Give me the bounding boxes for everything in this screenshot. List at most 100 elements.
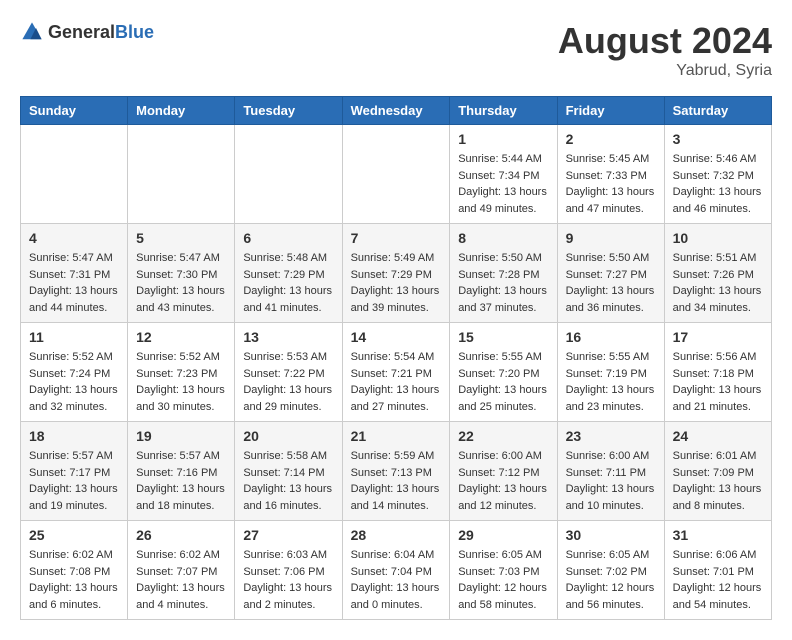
day-number: 20 bbox=[243, 428, 333, 444]
title-block: August 2024 Yabrud, Syria bbox=[558, 20, 772, 80]
calendar-week-3: 11 Sunrise: 5:52 AM Sunset: 7:24 PM Dayli… bbox=[21, 323, 772, 422]
day-info: Sunrise: 5:45 AM Sunset: 7:33 PM Dayligh… bbox=[566, 151, 656, 217]
calendar-cell: 22 Sunrise: 6:00 AM Sunset: 7:12 PM Dayli… bbox=[450, 422, 557, 521]
calendar-cell: 1 Sunrise: 5:44 AM Sunset: 7:34 PM Daylig… bbox=[450, 125, 557, 224]
day-info: Sunrise: 5:55 AM Sunset: 7:19 PM Dayligh… bbox=[566, 349, 656, 415]
logo-text-blue: Blue bbox=[115, 22, 154, 42]
day-info: Sunrise: 6:02 AM Sunset: 7:07 PM Dayligh… bbox=[136, 547, 226, 613]
day-info: Sunrise: 5:58 AM Sunset: 7:14 PM Dayligh… bbox=[243, 448, 333, 514]
day-number: 4 bbox=[29, 230, 119, 246]
calendar-cell: 11 Sunrise: 5:52 AM Sunset: 7:24 PM Dayli… bbox=[21, 323, 128, 422]
calendar-week-5: 25Sunrise: 6:02 AM Sunset: 7:08 PM Dayli… bbox=[21, 521, 772, 620]
day-info: Sunrise: 5:47 AM Sunset: 7:31 PM Dayligh… bbox=[29, 250, 119, 316]
day-info: Sunrise: 6:04 AM Sunset: 7:04 PM Dayligh… bbox=[351, 547, 442, 613]
day-info: Sunrise: 5:48 AM Sunset: 7:29 PM Dayligh… bbox=[243, 250, 333, 316]
calendar-cell: 18 Sunrise: 5:57 AM Sunset: 7:17 PM Dayli… bbox=[21, 422, 128, 521]
calendar-cell: 2Sunrise: 5:45 AM Sunset: 7:33 PM Daylig… bbox=[557, 125, 664, 224]
calendar-table: SundayMondayTuesdayWednesdayThursdayFrid… bbox=[20, 96, 772, 620]
weekday-wednesday: Wednesday bbox=[342, 97, 450, 125]
day-info: Sunrise: 5:51 AM Sunset: 7:26 PM Dayligh… bbox=[673, 250, 763, 316]
day-info: Sunrise: 6:02 AM Sunset: 7:08 PM Dayligh… bbox=[29, 547, 119, 613]
day-info: Sunrise: 6:00 AM Sunset: 7:11 PM Dayligh… bbox=[566, 448, 656, 514]
calendar-cell bbox=[21, 125, 128, 224]
day-info: Sunrise: 5:50 AM Sunset: 7:27 PM Dayligh… bbox=[566, 250, 656, 316]
day-number: 13 bbox=[243, 329, 333, 345]
day-number: 17 bbox=[673, 329, 763, 345]
day-number: 29 bbox=[458, 527, 548, 543]
day-number: 19 bbox=[136, 428, 226, 444]
day-info: Sunrise: 5:52 AM Sunset: 7:24 PM Dayligh… bbox=[29, 349, 119, 415]
weekday-monday: Monday bbox=[128, 97, 235, 125]
weekday-sunday: Sunday bbox=[21, 97, 128, 125]
day-number: 8 bbox=[458, 230, 548, 246]
calendar-cell: 10 Sunrise: 5:51 AM Sunset: 7:26 PM Dayli… bbox=[664, 224, 771, 323]
calendar-cell: 17 Sunrise: 5:56 AM Sunset: 7:18 PM Dayli… bbox=[664, 323, 771, 422]
day-number: 23 bbox=[566, 428, 656, 444]
day-number: 26 bbox=[136, 527, 226, 543]
calendar-cell: 16 Sunrise: 5:55 AM Sunset: 7:19 PM Dayli… bbox=[557, 323, 664, 422]
calendar-body: 1 Sunrise: 5:44 AM Sunset: 7:34 PM Daylig… bbox=[21, 125, 772, 620]
day-number: 12 bbox=[136, 329, 226, 345]
calendar-week-4: 18 Sunrise: 5:57 AM Sunset: 7:17 PM Dayli… bbox=[21, 422, 772, 521]
calendar-cell: 15Sunrise: 5:55 AM Sunset: 7:20 PM Dayli… bbox=[450, 323, 557, 422]
day-info: Sunrise: 5:49 AM Sunset: 7:29 PM Dayligh… bbox=[351, 250, 442, 316]
page-header: GeneralBlue August 2024 Yabrud, Syria bbox=[20, 20, 772, 80]
calendar-cell: 20 Sunrise: 5:58 AM Sunset: 7:14 PM Dayli… bbox=[235, 422, 342, 521]
day-number: 21 bbox=[351, 428, 442, 444]
day-info: Sunrise: 5:54 AM Sunset: 7:21 PM Dayligh… bbox=[351, 349, 442, 415]
day-number: 10 bbox=[673, 230, 763, 246]
weekday-thursday: Thursday bbox=[450, 97, 557, 125]
calendar-week-1: 1 Sunrise: 5:44 AM Sunset: 7:34 PM Daylig… bbox=[21, 125, 772, 224]
day-number: 27 bbox=[243, 527, 333, 543]
calendar-cell bbox=[128, 125, 235, 224]
day-info: Sunrise: 5:59 AM Sunset: 7:13 PM Dayligh… bbox=[351, 448, 442, 514]
weekday-saturday: Saturday bbox=[664, 97, 771, 125]
calendar-cell: 9 Sunrise: 5:50 AM Sunset: 7:27 PM Daylig… bbox=[557, 224, 664, 323]
calendar-cell: 28 Sunrise: 6:04 AM Sunset: 7:04 PM Dayli… bbox=[342, 521, 450, 620]
calendar-cell: 24Sunrise: 6:01 AM Sunset: 7:09 PM Dayli… bbox=[664, 422, 771, 521]
day-number: 22 bbox=[458, 428, 548, 444]
day-number: 9 bbox=[566, 230, 656, 246]
calendar-cell: 6Sunrise: 5:48 AM Sunset: 7:29 PM Daylig… bbox=[235, 224, 342, 323]
calendar-cell: 19Sunrise: 5:57 AM Sunset: 7:16 PM Dayli… bbox=[128, 422, 235, 521]
day-number: 31 bbox=[673, 527, 763, 543]
day-number: 30 bbox=[566, 527, 656, 543]
weekday-friday: Friday bbox=[557, 97, 664, 125]
calendar-cell bbox=[235, 125, 342, 224]
day-info: Sunrise: 5:56 AM Sunset: 7:18 PM Dayligh… bbox=[673, 349, 763, 415]
day-info: Sunrise: 6:00 AM Sunset: 7:12 PM Dayligh… bbox=[458, 448, 548, 514]
day-number: 15 bbox=[458, 329, 548, 345]
calendar-cell: 26 Sunrise: 6:02 AM Sunset: 7:07 PM Dayli… bbox=[128, 521, 235, 620]
logo-text-general: General bbox=[48, 22, 115, 42]
day-info: Sunrise: 5:44 AM Sunset: 7:34 PM Dayligh… bbox=[458, 151, 548, 217]
day-number: 18 bbox=[29, 428, 119, 444]
day-number: 1 bbox=[458, 131, 548, 147]
day-number: 24 bbox=[673, 428, 763, 444]
day-number: 16 bbox=[566, 329, 656, 345]
weekday-tuesday: Tuesday bbox=[235, 97, 342, 125]
day-info: Sunrise: 5:50 AM Sunset: 7:28 PM Dayligh… bbox=[458, 250, 548, 316]
day-number: 28 bbox=[351, 527, 442, 543]
calendar-cell: 25Sunrise: 6:02 AM Sunset: 7:08 PM Dayli… bbox=[21, 521, 128, 620]
calendar-cell bbox=[342, 125, 450, 224]
day-info: Sunrise: 6:03 AM Sunset: 7:06 PM Dayligh… bbox=[243, 547, 333, 613]
calendar-cell: 13Sunrise: 5:53 AM Sunset: 7:22 PM Dayli… bbox=[235, 323, 342, 422]
weekday-header-row: SundayMondayTuesdayWednesdayThursdayFrid… bbox=[21, 97, 772, 125]
day-info: Sunrise: 5:57 AM Sunset: 7:17 PM Dayligh… bbox=[29, 448, 119, 514]
calendar-cell: 31 Sunrise: 6:06 AM Sunset: 7:01 PM Dayli… bbox=[664, 521, 771, 620]
day-number: 11 bbox=[29, 329, 119, 345]
day-info: Sunrise: 6:06 AM Sunset: 7:01 PM Dayligh… bbox=[673, 547, 763, 613]
day-number: 7 bbox=[351, 230, 442, 246]
calendar-cell: 30Sunrise: 6:05 AM Sunset: 7:02 PM Dayli… bbox=[557, 521, 664, 620]
day-number: 14 bbox=[351, 329, 442, 345]
calendar-cell: 21 Sunrise: 5:59 AM Sunset: 7:13 PM Dayli… bbox=[342, 422, 450, 521]
calendar-cell: 7 Sunrise: 5:49 AM Sunset: 7:29 PM Daylig… bbox=[342, 224, 450, 323]
day-number: 5 bbox=[136, 230, 226, 246]
logo: GeneralBlue bbox=[20, 20, 154, 44]
calendar-cell: 27 Sunrise: 6:03 AM Sunset: 7:06 PM Dayli… bbox=[235, 521, 342, 620]
day-info: Sunrise: 5:46 AM Sunset: 7:32 PM Dayligh… bbox=[673, 151, 763, 217]
day-info: Sunrise: 5:47 AM Sunset: 7:30 PM Dayligh… bbox=[136, 250, 226, 316]
calendar-cell: 4 Sunrise: 5:47 AM Sunset: 7:31 PM Daylig… bbox=[21, 224, 128, 323]
calendar-cell: 8 Sunrise: 5:50 AM Sunset: 7:28 PM Daylig… bbox=[450, 224, 557, 323]
day-info: Sunrise: 6:05 AM Sunset: 7:03 PM Dayligh… bbox=[458, 547, 548, 613]
